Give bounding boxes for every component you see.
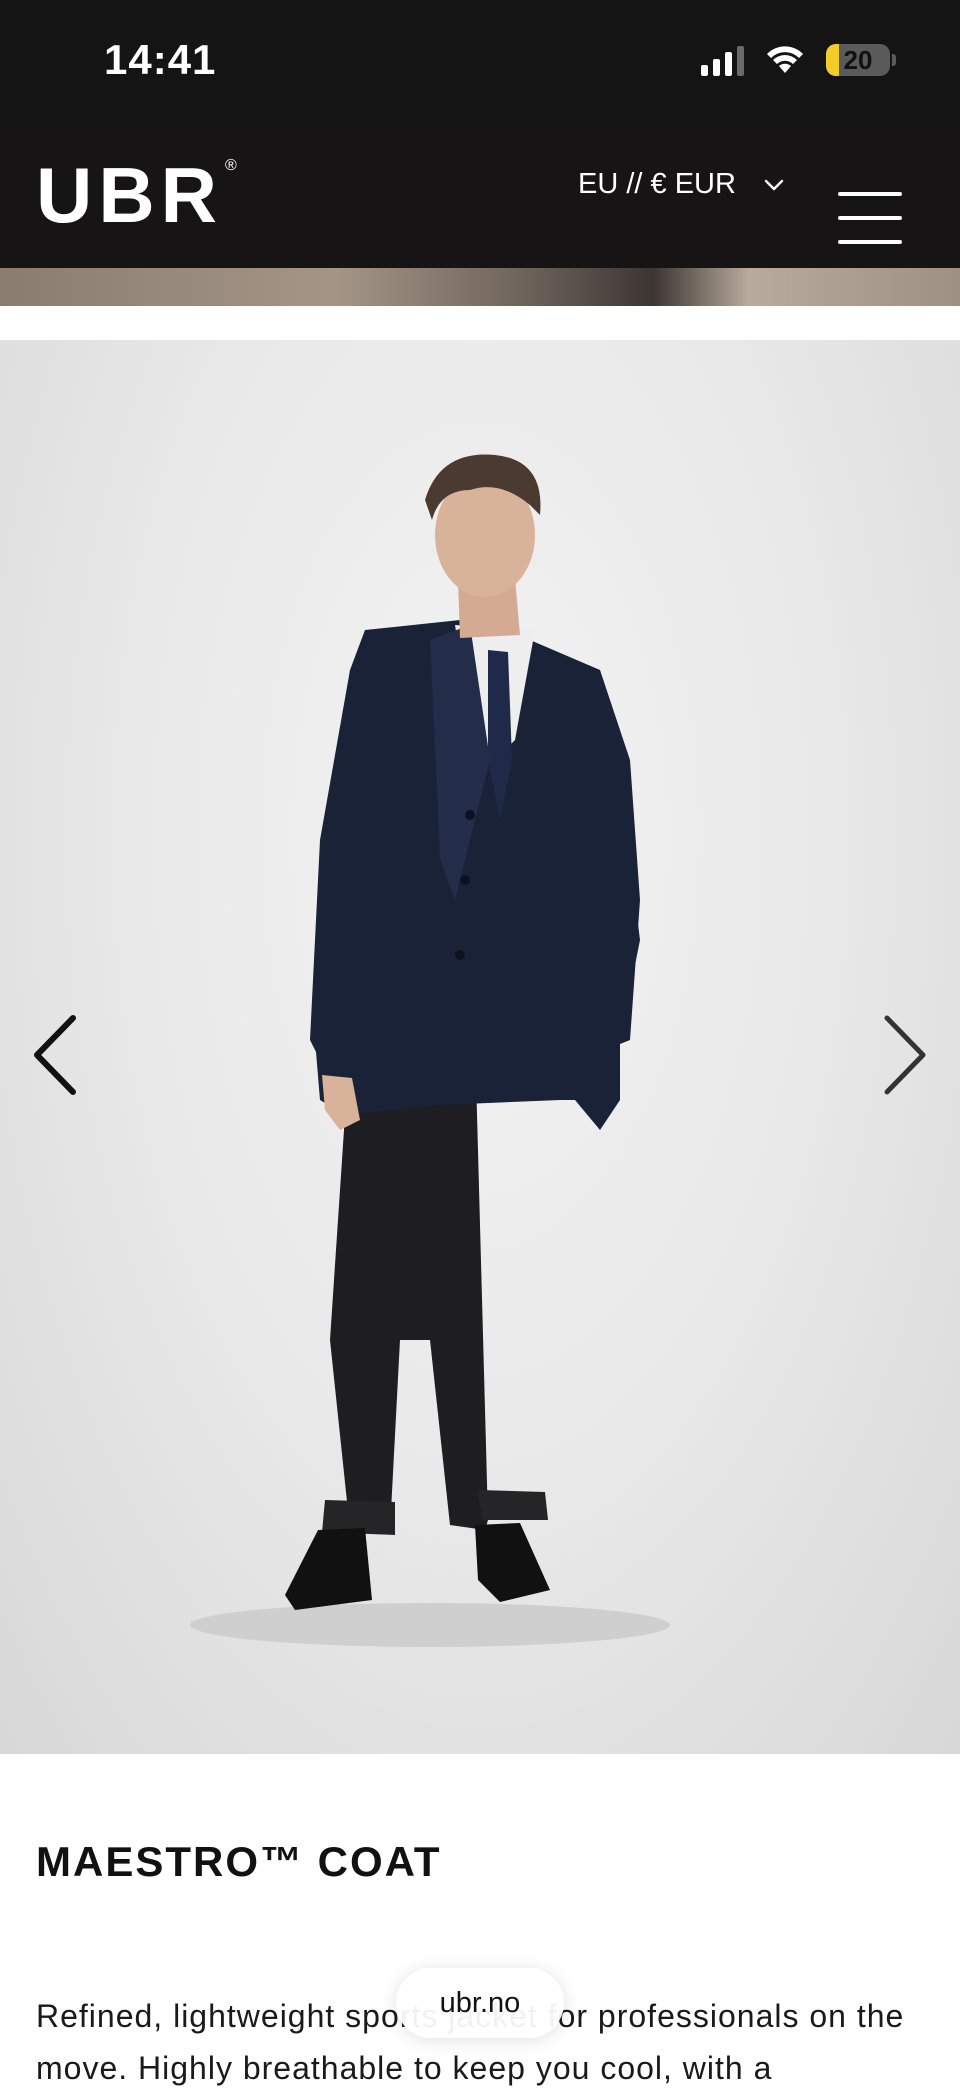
chevron-right-icon xyxy=(884,1015,926,1095)
status-bar: 14:41 20 xyxy=(0,0,960,116)
site-header: UBR ® EU // € EUR xyxy=(0,116,960,268)
model-wearing-coat-image xyxy=(190,454,670,1647)
carousel-prev-button[interactable] xyxy=(24,1005,84,1105)
wifi-icon xyxy=(767,46,803,73)
chevron-down-icon xyxy=(764,179,784,190)
url-text: ubr.no xyxy=(439,1986,521,2019)
battery-icon: 20 xyxy=(826,44,890,76)
status-time: 14:41 xyxy=(104,36,217,83)
hero-banner-image xyxy=(0,268,960,306)
status-icons: 20 xyxy=(701,44,896,76)
battery-level: 20 xyxy=(843,44,873,75)
hamburger-menu-icon[interactable] xyxy=(838,192,902,244)
battery-indicator: 20 xyxy=(826,44,896,76)
registered-mark: ® xyxy=(225,157,243,174)
product-image[interactable] xyxy=(0,340,960,1754)
currency-selector[interactable]: EU // € EUR xyxy=(578,168,784,201)
ubr-logo[interactable]: UBR ® xyxy=(36,156,243,234)
product-title: MAESTRO™ COAT xyxy=(36,1838,442,1885)
logo-text: UBR xyxy=(36,151,223,239)
chevron-left-icon xyxy=(34,1015,76,1095)
carousel-next-button[interactable] xyxy=(876,1005,936,1105)
cellular-signal-icon xyxy=(701,44,744,76)
currency-label: EU // € EUR xyxy=(578,168,736,200)
browser-url-bar[interactable]: ubr.no xyxy=(396,1968,564,2038)
